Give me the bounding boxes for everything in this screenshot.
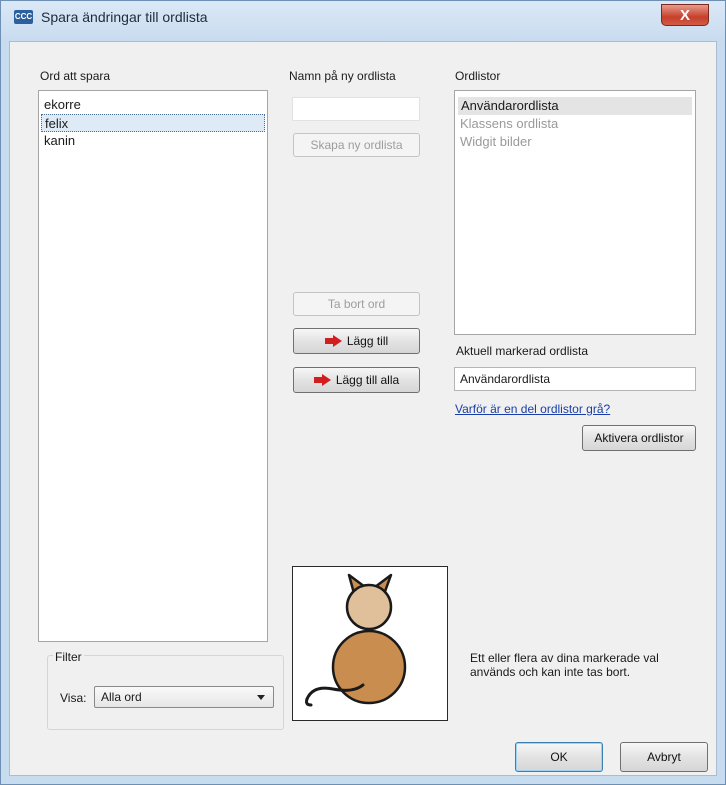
why-grey-help-link[interactable]: Varför är en del ordlistor grå?	[455, 402, 610, 416]
dialog-window: CCC Spara ändringar till ordlista X Ord …	[0, 0, 726, 785]
filter-selected-value: Alla ord	[101, 690, 142, 704]
filter-select[interactable]: Alla ord	[94, 686, 274, 708]
words-listbox[interactable]: ekorre felix kanin	[38, 90, 268, 642]
info-text-line-1: Ett eller flera av dina markerade val	[470, 651, 659, 665]
activate-wordlists-button[interactable]: Aktivera ordlistor	[582, 425, 696, 451]
words-to-save-label: Ord att spara	[40, 69, 111, 83]
in-use-info-text: Ett eller flera av dina markerade val an…	[470, 651, 710, 679]
chevron-down-icon[interactable]	[257, 695, 265, 700]
create-list-button[interactable]: Skapa ny ordlista	[293, 133, 420, 157]
ok-button[interactable]: OK	[515, 742, 603, 772]
add-all-button-label: Lägg till alla	[335, 373, 400, 387]
add-button[interactable]: Lägg till	[293, 328, 420, 354]
current-list-field[interactable]: Användarordlista	[454, 367, 696, 391]
close-icon[interactable]: X	[661, 4, 709, 26]
wordlist-item-anvandarordlista[interactable]: Användarordlista	[458, 97, 692, 115]
red-arrow-icon	[313, 373, 336, 387]
remove-word-button[interactable]: Ta bort ord	[293, 292, 420, 316]
app-icon: CCC	[14, 10, 33, 24]
word-item-kanin[interactable]: kanin	[39, 132, 267, 150]
new-list-name-input[interactable]	[292, 97, 420, 121]
symbol-preview	[292, 566, 448, 721]
red-arrow-icon	[324, 334, 347, 348]
title-bar[interactable]: CCC Spara ändringar till ordlista X	[1, 1, 725, 37]
window-title: Spara ändringar till ordlista	[41, 9, 208, 25]
wordlist-item-klassens-ordlista[interactable]: Klassens ordlista	[455, 115, 695, 133]
dialog-client-area: Ord att spara ekorre felix kanin Filter …	[9, 41, 717, 776]
word-item-felix[interactable]: felix	[41, 114, 265, 132]
cancel-button[interactable]: Avbryt	[620, 742, 708, 772]
info-text-line-2: används och kan inte tas bort.	[470, 665, 631, 679]
current-list-label: Aktuell markerad ordlista	[456, 344, 589, 358]
wordlists-label: Ordlistor	[455, 69, 501, 83]
wordlists-listbox[interactable]: Användarordlista Klassens ordlista Widgi…	[454, 90, 696, 335]
wordlist-item-widgit-bilder[interactable]: Widgit bilder	[455, 133, 695, 151]
show-label: Visa:	[60, 691, 87, 705]
word-item-ekorre[interactable]: ekorre	[39, 96, 267, 114]
cat-symbol-image	[305, 573, 407, 707]
add-all-button[interactable]: Lägg till alla	[293, 367, 420, 393]
new-list-name-label: Namn på ny ordlista	[289, 69, 396, 83]
add-button-label: Lägg till	[346, 334, 389, 348]
filter-group-label: Filter	[53, 650, 84, 664]
